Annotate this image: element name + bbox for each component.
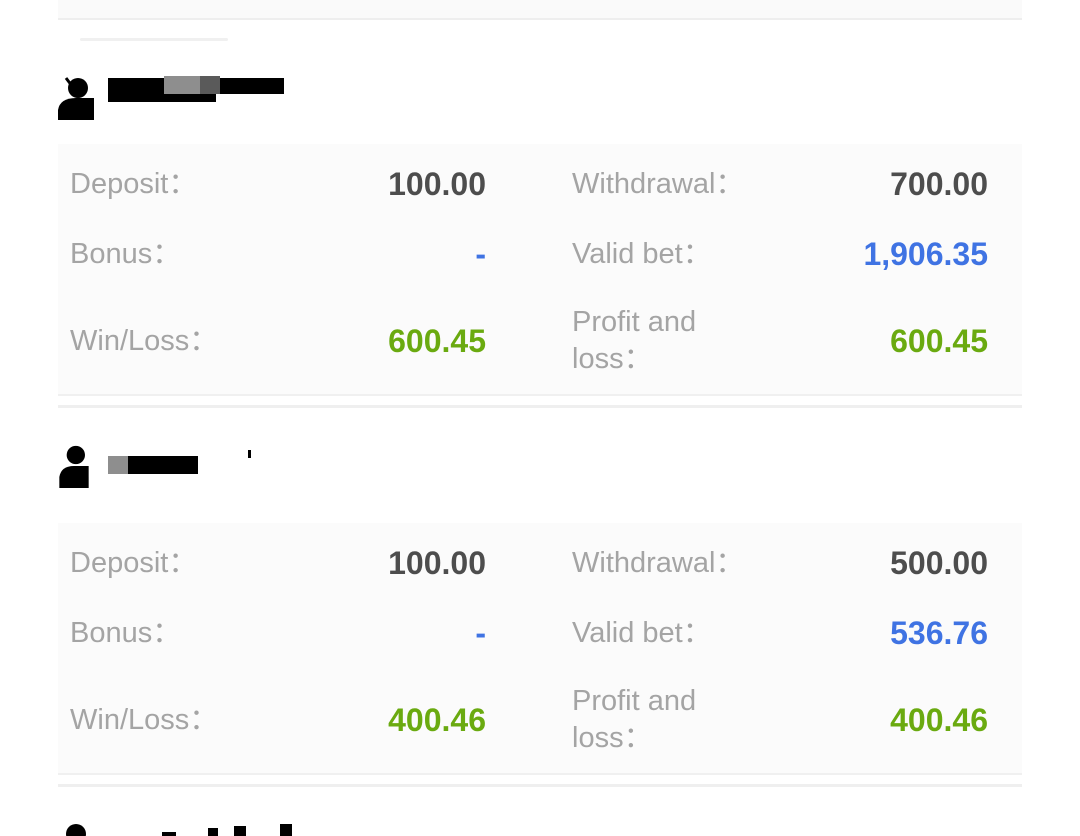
withdrawal-label: Withdrawal： <box>572 547 745 579</box>
profit-and-loss-label-line1: Profit and <box>572 685 697 717</box>
withdrawal-value: 700.00 <box>890 166 988 202</box>
valid-bet-value: 1,906.35 <box>863 236 988 272</box>
valid-bet-label: Valid bet： <box>572 238 712 270</box>
deposit-label: Deposit： <box>70 168 198 200</box>
card-divider <box>58 784 1022 787</box>
win-loss-label: Win/Loss： <box>70 325 219 357</box>
deposit-value: 100.00 <box>388 545 486 581</box>
win-loss-value: 600.45 <box>388 323 486 359</box>
bonus-label: Bonus： <box>70 238 182 270</box>
profit-and-loss-label-line1: Profit and <box>572 306 697 338</box>
profit-and-loss-label: Profit and loss： <box>572 304 696 378</box>
user-icon <box>58 77 94 120</box>
withdrawal-value: 500.00 <box>890 545 988 581</box>
win-loss-value: 400.46 <box>388 702 486 738</box>
profit-and-loss-value: 400.46 <box>890 702 988 738</box>
profit-and-loss-label: Profit and loss： <box>572 683 696 757</box>
win-loss-label: Win/Loss： <box>70 704 219 736</box>
bonus-label: Bonus： <box>70 617 182 649</box>
valid-bet-label: Valid bet： <box>572 617 712 649</box>
profit-and-loss-value: 600.45 <box>890 323 988 359</box>
user-icon <box>59 445 89 488</box>
deposit-value: 100.00 <box>388 166 486 202</box>
next-account-header[interactable] <box>58 818 298 836</box>
bonus-value: - <box>475 615 486 651</box>
deposit-label: Deposit： <box>70 547 198 579</box>
previous-card-bottom <box>58 0 1022 20</box>
account-header[interactable] <box>58 64 1022 124</box>
account-stats: Deposit： 100.00 Withdrawal： 700.00 Bonus… <box>58 144 1022 396</box>
card-divider <box>58 405 1022 408</box>
profit-and-loss-label-line2: loss： <box>572 722 653 754</box>
account-stats: Deposit： 100.00 Withdrawal： 500.00 Bonus… <box>58 523 1022 775</box>
user-icon <box>66 824 86 836</box>
account-header[interactable] <box>58 440 1022 500</box>
valid-bet-value: 536.76 <box>890 615 988 651</box>
profit-and-loss-label-line2: loss： <box>572 343 653 375</box>
withdrawal-label: Withdrawal： <box>572 168 745 200</box>
divider <box>80 38 228 41</box>
bonus-value: - <box>475 236 486 272</box>
